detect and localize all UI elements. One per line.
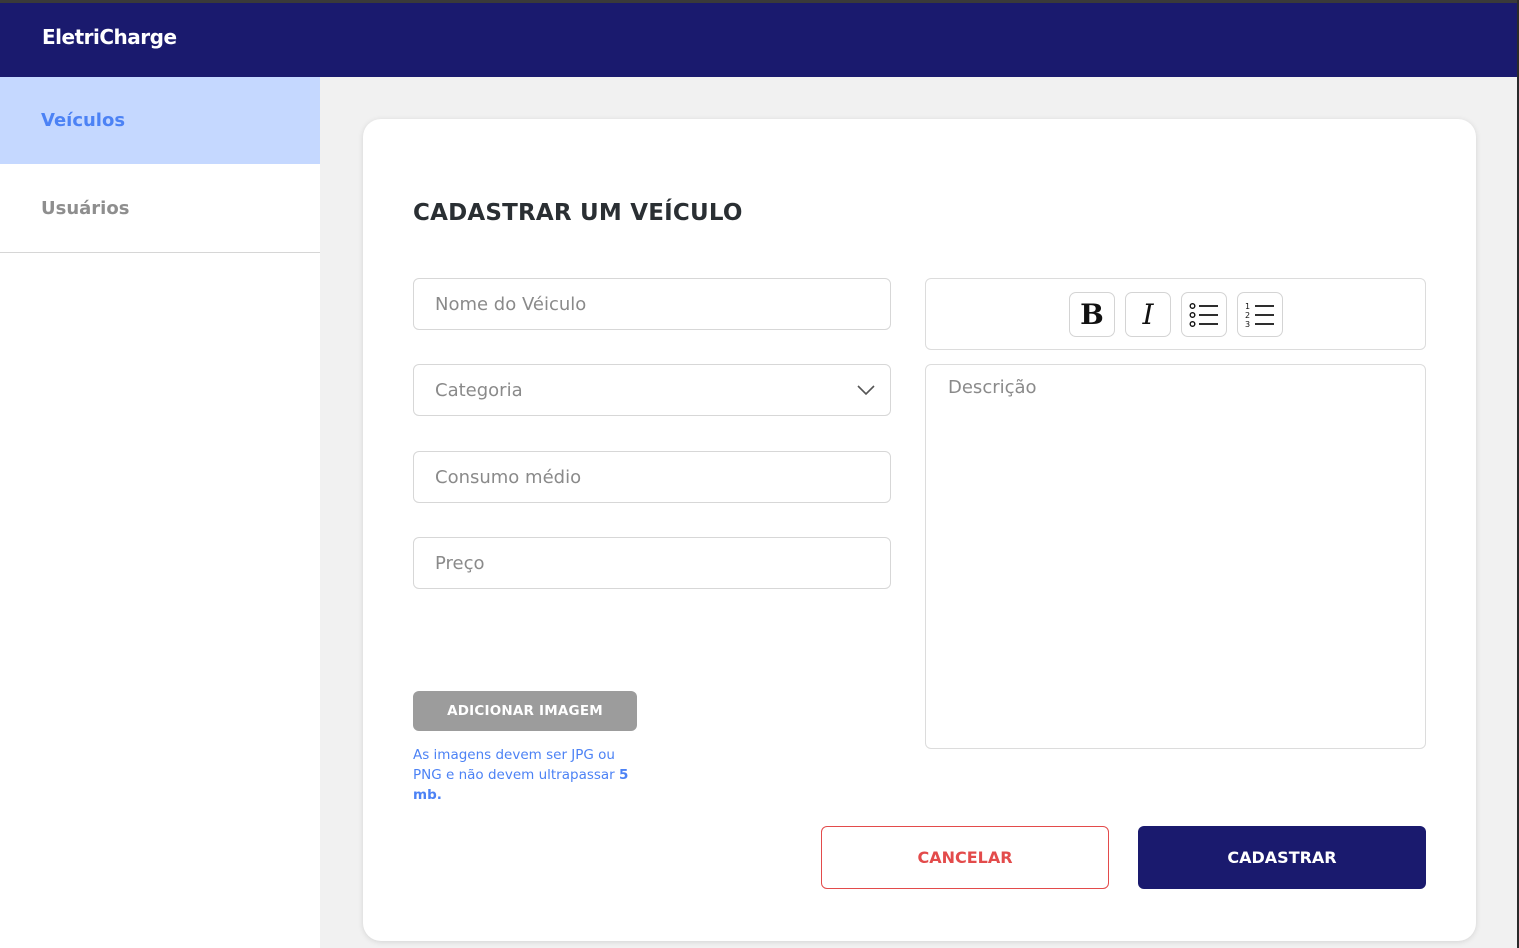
brand-logo[interactable]: EletriCharge bbox=[42, 25, 177, 49]
svg-text:3: 3 bbox=[1245, 320, 1250, 329]
italic-icon: I bbox=[1142, 298, 1154, 331]
svg-text:2: 2 bbox=[1245, 311, 1250, 320]
vehicle-name-input[interactable] bbox=[413, 278, 891, 330]
sidebar: Veículos Usuários bbox=[0, 77, 320, 948]
bulleted-list-button[interactable] bbox=[1181, 292, 1227, 337]
numbered-list-icon: 1 2 3 bbox=[1245, 302, 1274, 329]
text-format-toolbar: B I 1 2 3 bbox=[925, 278, 1426, 350]
category-select[interactable]: Categoria bbox=[413, 364, 891, 416]
italic-button[interactable]: I bbox=[1125, 292, 1171, 337]
bold-icon: B bbox=[1080, 298, 1104, 331]
image-note-text: As imagens devem ser JPG ou PNG e não de… bbox=[413, 747, 620, 783]
add-image-button[interactable]: ADICIONAR IMAGEM bbox=[413, 691, 637, 731]
description-textarea[interactable] bbox=[925, 364, 1426, 749]
sidebar-item-label: Veículos bbox=[41, 110, 126, 131]
page-title: CADASTRAR UM VEÍCULO bbox=[413, 200, 743, 226]
bold-button[interactable]: B bbox=[1069, 292, 1115, 337]
numbered-list-button[interactable]: 1 2 3 bbox=[1237, 292, 1283, 337]
vehicle-form-card: CADASTRAR UM VEÍCULO Categoria ADICIONAR… bbox=[363, 119, 1476, 941]
svg-text:1: 1 bbox=[1245, 302, 1250, 311]
chevron-down-icon bbox=[857, 385, 875, 396]
submit-button[interactable]: CADASTRAR bbox=[1138, 826, 1426, 889]
cancel-button[interactable]: CANCELAR bbox=[821, 826, 1109, 889]
app-header: EletriCharge bbox=[0, 3, 1519, 77]
average-consumption-input[interactable] bbox=[413, 451, 891, 503]
sidebar-item-usuarios[interactable]: Usuários bbox=[0, 164, 320, 253]
image-requirements-note: As imagens devem ser JPG ou PNG e não de… bbox=[413, 745, 635, 805]
bulleted-list-icon bbox=[1189, 302, 1218, 327]
category-placeholder: Categoria bbox=[435, 379, 523, 401]
sidebar-item-label: Usuários bbox=[41, 197, 130, 219]
sidebar-item-veiculos[interactable]: Veículos bbox=[0, 77, 320, 164]
price-input[interactable] bbox=[413, 537, 891, 589]
